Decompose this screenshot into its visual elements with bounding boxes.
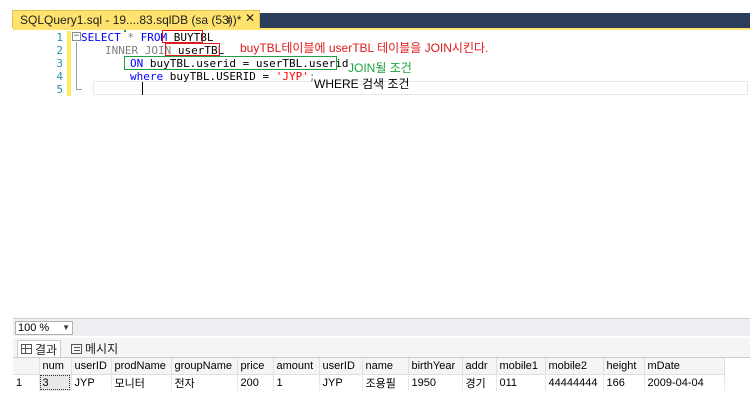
tab-title: SQLQuery1.sql - 19....83.sqlDB (sa (53))… xyxy=(20,12,242,27)
table-cell[interactable]: 44444444 xyxy=(545,374,604,391)
table-row[interactable]: 1 3 JYP 모니터 전자 200 1 JYP 조용필 1950 경기 011… xyxy=(13,374,725,391)
row-header-corner xyxy=(13,358,40,375)
column-header[interactable]: addr xyxy=(462,358,497,375)
tab-messages[interactable]: 메시지 xyxy=(71,340,118,357)
fold-guide-end xyxy=(76,89,82,90)
results-tab-strip: 결과 메시지 xyxy=(13,338,750,358)
header-row: num userID prodName groupName price amou… xyxy=(13,358,725,375)
line-number: 4 xyxy=(56,70,63,83)
line-number: 5 xyxy=(56,83,63,96)
unused xyxy=(124,30,126,32)
highlight-box-join-condition xyxy=(124,56,337,70)
tab-strip-background xyxy=(260,13,750,28)
tab-messages-label: 메시지 xyxy=(85,342,119,356)
table-cell[interactable]: 1950 xyxy=(408,374,463,391)
close-icon[interactable]: ✕ xyxy=(245,11,255,25)
column-header[interactable]: userID xyxy=(71,358,112,375)
annotation-where-condition: WHERE 검색 조건 xyxy=(314,77,410,91)
text-caret xyxy=(142,82,143,95)
editor-status-bar: 100 % ▼ xyxy=(13,318,750,336)
column-header[interactable]: prodName xyxy=(111,358,172,375)
tab-sqlquery1[interactable]: SQLQuery1.sql - 19....83.sqlDB (sa (53))… xyxy=(12,10,260,28)
line-number: 1 xyxy=(56,31,63,44)
row-number: 1 xyxy=(13,374,40,391)
column-header[interactable]: height xyxy=(603,358,645,375)
fold-guide xyxy=(76,42,77,90)
left-margin xyxy=(0,28,13,413)
annotation-join-note: buyTBL테이블에 userTBL 테이블을 JOIN시킨다. xyxy=(240,41,489,55)
column-header[interactable]: num xyxy=(39,358,72,375)
zoom-value: 100 % xyxy=(18,322,50,334)
column-header[interactable]: mobile1 xyxy=(496,358,546,375)
chevron-down-icon: ▼ xyxy=(62,323,70,332)
zoom-select[interactable]: 100 % ▼ xyxy=(15,321,73,335)
column-header[interactable]: userID xyxy=(319,358,363,375)
string-literal: 'JYP' xyxy=(275,70,309,83)
column-header[interactable]: mobile2 xyxy=(545,358,604,375)
current-line-highlight xyxy=(93,81,748,95)
table-cell[interactable]: 조용필 xyxy=(362,374,409,391)
column-header[interactable]: birthYear xyxy=(408,358,463,375)
table-cell[interactable]: 전자 xyxy=(171,374,238,391)
keyword-where: where xyxy=(130,70,170,83)
column-header[interactable]: groupName xyxy=(171,358,238,375)
column-header[interactable]: name xyxy=(362,358,409,375)
line-number: 2 xyxy=(56,44,63,57)
table-cell[interactable]: 경기 xyxy=(462,374,497,391)
results-grid[interactable]: num userID prodName groupName price amou… xyxy=(13,358,750,413)
code-line-4: where buyTBL.USERID = 'JYP'; xyxy=(130,70,315,83)
where-expression: buyTBL.USERID = xyxy=(169,70,276,83)
highlight-box-buytbl xyxy=(162,30,203,43)
keyword-select: SELECT xyxy=(81,31,121,44)
table-cell[interactable]: 011 xyxy=(496,374,546,391)
column-header[interactable]: amount xyxy=(273,358,320,375)
table-cell[interactable]: JYP xyxy=(71,374,112,391)
table-cell[interactable]: 166 xyxy=(603,374,645,391)
table-cell[interactable]: 1 xyxy=(273,374,320,391)
grid-icon xyxy=(21,344,32,354)
table-cell[interactable]: 모니터 xyxy=(111,374,172,391)
table-cell[interactable]: 200 xyxy=(237,374,274,391)
sql-editor[interactable]: 1 2 3 4 5 − SELECT * FROM BUYTBL INNER J… xyxy=(13,28,750,318)
annotation-join-condition: JOIN될 조건 xyxy=(348,61,412,75)
column-header[interactable]: mDate xyxy=(644,358,725,375)
message-icon xyxy=(71,343,82,354)
tab-results-label: 결과 xyxy=(35,342,58,357)
change-indicator-bar xyxy=(67,31,71,96)
document-tab-strip: SQLQuery1.sql - 19....83.sqlDB (sa (53))… xyxy=(0,0,750,28)
table-cell[interactable]: JYP xyxy=(319,374,363,391)
highlight-box-usertbl xyxy=(165,43,220,56)
results-table: num userID prodName groupName price amou… xyxy=(13,358,725,391)
table-cell[interactable]: 3 xyxy=(39,374,72,391)
column-header[interactable]: price xyxy=(237,358,274,375)
tab-results[interactable]: 결과 xyxy=(17,340,62,357)
line-number-gutter: 1 2 3 4 5 xyxy=(13,30,65,318)
operator-star: * xyxy=(120,31,141,44)
collapse-icon[interactable]: − xyxy=(72,32,81,41)
table-cell[interactable]: 2009-04-04 xyxy=(644,374,725,391)
line-number: 3 xyxy=(56,57,63,70)
